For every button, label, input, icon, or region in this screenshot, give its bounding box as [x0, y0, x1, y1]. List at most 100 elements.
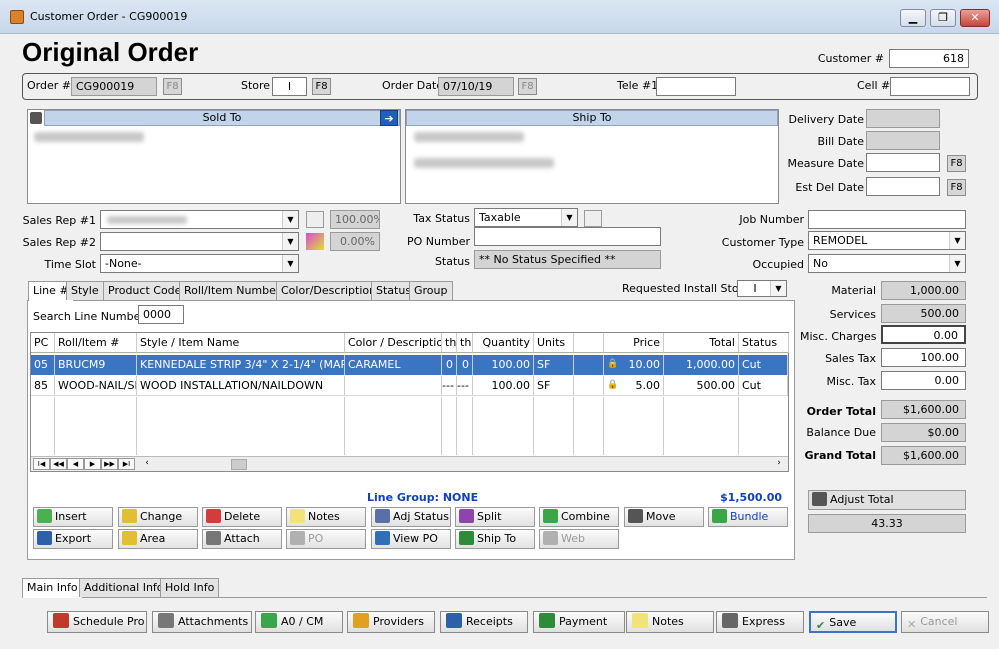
col-th2[interactable]: th: [457, 333, 473, 353]
occupied-select[interactable]: No ▼: [808, 254, 966, 273]
col-total[interactable]: Total: [664, 333, 739, 353]
view-po-button[interactable]: View PO: [371, 529, 451, 549]
lock-icon[interactable]: [584, 210, 602, 227]
split-button[interactable]: Split: [455, 507, 535, 527]
tax-status-select[interactable]: Taxable ▼: [474, 208, 578, 227]
customer-type-select[interactable]: REMODEL ▼: [808, 231, 966, 250]
move-button[interactable]: Move: [624, 507, 704, 527]
col-color[interactable]: Color / Description: [345, 333, 442, 353]
receipts-button[interactable]: Receipts: [440, 611, 528, 633]
nav-last[interactable]: ▶I: [118, 458, 135, 470]
notes-bottom-button[interactable]: Notes: [626, 611, 714, 633]
tab-product-code[interactable]: Product Code: [103, 281, 187, 300]
nav-prev-page[interactable]: ◀◀: [50, 458, 67, 470]
est-del-f8-button[interactable]: F8: [947, 179, 966, 196]
record-navigator: I◀ ◀◀ ◀ ▶ ▶▶ ▶I: [33, 458, 135, 470]
lock-icon[interactable]: [30, 112, 42, 124]
bundle-button[interactable]: Bundle: [708, 507, 788, 527]
attach-button[interactable]: Attach: [202, 529, 282, 549]
save-button[interactable]: ✔ Save: [809, 611, 897, 633]
po-number-field[interactable]: [474, 227, 661, 246]
tab-style[interactable]: Style: [66, 281, 104, 300]
scroll-right-arrow[interactable]: ›: [773, 458, 785, 470]
bill-date-label: Bill Date: [817, 135, 864, 148]
cell-field[interactable]: [890, 77, 970, 96]
material-value: 1,000.00: [881, 281, 966, 300]
search-line-field[interactable]: 0000: [138, 305, 184, 324]
copy-arrow-icon[interactable]: ➔: [380, 110, 398, 126]
measure-date-field[interactable]: [866, 153, 940, 172]
nav-next-page[interactable]: ▶▶: [101, 458, 118, 470]
sales-rep2-percent: 0.00%: [330, 232, 380, 251]
sales-tax-field[interactable]: 100.00: [881, 348, 966, 367]
express-button[interactable]: Express: [716, 611, 804, 633]
minimize-button[interactable]: ▁: [900, 9, 926, 27]
scrollbar-thumb[interactable]: [231, 459, 247, 470]
cancel-button[interactable]: ✕ Cancel: [901, 611, 989, 633]
providers-button[interactable]: Providers: [347, 611, 435, 633]
adjust-total-button[interactable]: Adjust Total: [808, 490, 966, 510]
col-price[interactable]: Price: [604, 333, 664, 353]
nav-next[interactable]: ▶: [84, 458, 101, 470]
notes-button[interactable]: Notes: [286, 507, 366, 527]
nav-prev[interactable]: ◀: [67, 458, 84, 470]
tab-main-info[interactable]: Main Info: [22, 578, 83, 598]
misc-charges-field[interactable]: 0.00: [881, 325, 966, 344]
customer-number-field[interactable]: 618: [889, 49, 969, 68]
sales-rep2-select[interactable]: ▼: [100, 232, 299, 251]
ship-to-button[interactable]: Ship To: [455, 529, 535, 549]
tele-field[interactable]: [656, 77, 736, 96]
schedule-pro-button[interactable]: Schedule Pro: [47, 611, 147, 633]
requested-install-select[interactable]: I ▼: [737, 280, 787, 297]
insert-button[interactable]: Insert: [33, 507, 113, 527]
change-button[interactable]: Change: [118, 507, 198, 527]
job-number-field[interactable]: [808, 210, 966, 229]
order-number-label: Order #: [27, 79, 71, 92]
col-roll-item[interactable]: Roll/Item #: [55, 333, 137, 353]
cell-color: CARAMEL: [345, 355, 442, 375]
calendar-icon: [53, 613, 69, 628]
store-field[interactable]: I: [272, 77, 307, 96]
tab-color-description[interactable]: Color/Description: [276, 281, 382, 300]
col-units[interactable]: Units: [534, 333, 574, 353]
occupied-label: Occupied: [752, 258, 804, 271]
split-commission-icon[interactable]: [306, 233, 324, 250]
adj-status-button[interactable]: Adj Status: [371, 507, 451, 527]
attachments-button[interactable]: Attachments: [152, 611, 252, 633]
delete-button[interactable]: Delete: [202, 507, 282, 527]
tab-additional-info[interactable]: Additional Info: [79, 578, 169, 597]
col-style-item[interactable]: Style / Item Name: [137, 333, 345, 353]
export-button[interactable]: Export: [33, 529, 113, 549]
close-button[interactable]: ✕: [960, 9, 990, 27]
misc-tax-field[interactable]: 0.00: [881, 371, 966, 390]
tab-hold-info[interactable]: Hold Info: [160, 578, 220, 597]
scroll-left-arrow[interactable]: ‹: [141, 458, 153, 470]
a0-cm-button[interactable]: A0 / CM: [255, 611, 343, 633]
time-slot-select[interactable]: -None- ▼: [100, 254, 299, 273]
store-f8-button[interactable]: F8: [312, 78, 331, 95]
area-button[interactable]: Area: [118, 529, 198, 549]
lock-icon[interactable]: [306, 211, 324, 228]
table-row[interactable]: 85 WOOD-NAIL/SF WOOD INSTALLATION/NAILDO…: [31, 376, 788, 396]
tab-group[interactable]: Group: [409, 281, 453, 300]
est-del-date-field[interactable]: [866, 177, 940, 196]
col-pc[interactable]: PC: [31, 333, 55, 353]
web-button[interactable]: Web: [539, 529, 619, 549]
nav-first[interactable]: I◀: [33, 458, 50, 470]
col-quantity[interactable]: Quantity: [473, 333, 534, 353]
payment-button[interactable]: Payment: [533, 611, 625, 633]
cell-th2: ---: [457, 376, 473, 396]
combine-button[interactable]: Combine: [539, 507, 619, 527]
chevron-down-icon: ▼: [282, 211, 298, 228]
measure-f8-button[interactable]: F8: [947, 155, 966, 172]
est-del-date-label: Est Del Date: [795, 181, 864, 194]
cell-th2: 0: [457, 355, 473, 375]
maximize-button[interactable]: ❐: [930, 9, 956, 27]
col-status[interactable]: Status: [739, 333, 789, 353]
sales-rep1-select[interactable]: ▼: [100, 210, 299, 229]
table-row[interactable]: 05 BRUCM9 KENNEDALE STRIP 3/4" X 2-1/4" …: [31, 355, 788, 375]
tab-roll-item-number[interactable]: Roll/Item Number: [179, 281, 286, 300]
col-blank[interactable]: [574, 333, 604, 353]
col-th1[interactable]: th: [442, 333, 457, 353]
po-button[interactable]: PO: [286, 529, 366, 549]
